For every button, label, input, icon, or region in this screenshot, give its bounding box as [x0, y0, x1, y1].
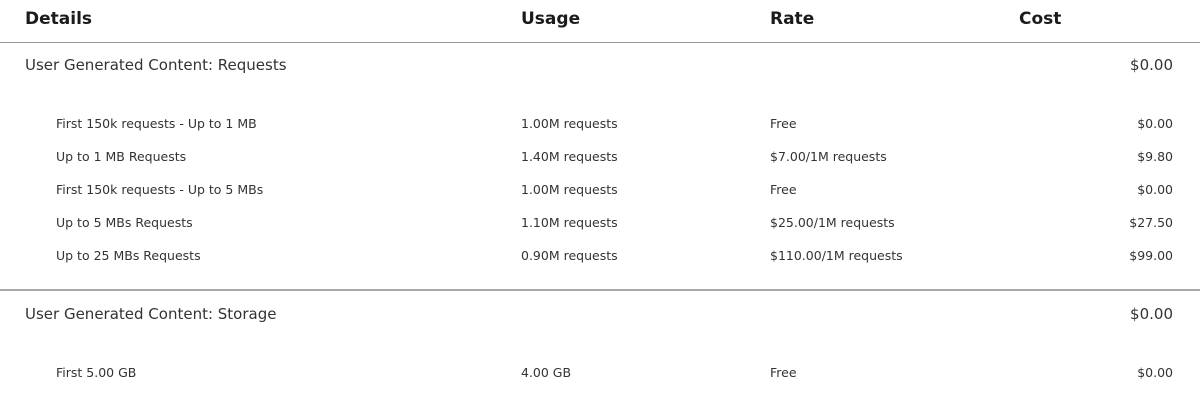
table-row: Up to 5 MBs Requests 1.10M requests $25.…: [0, 206, 1200, 239]
section-total: $0.00: [1130, 56, 1173, 74]
table-row: Up to 25 MBs Requests 0.90M requests $11…: [0, 239, 1200, 272]
table-row: First 150k requests - Up to 5 MBs 1.00M …: [0, 173, 1200, 206]
cost-details-table: Details Usage Rate Cost User Generated C…: [0, 0, 1200, 401]
section-total: $0.00: [1130, 305, 1173, 323]
row-rate: Free: [770, 182, 797, 197]
row-usage: 1.00M requests: [521, 116, 618, 131]
row-rate: $25.00/1M requests: [770, 215, 895, 230]
row-rate: $7.00/1M requests: [770, 149, 887, 164]
table-row: Up to 1 MB Requests 1.40M requests $7.00…: [0, 140, 1200, 173]
row-cost: $9.80: [1137, 149, 1173, 164]
row-usage: 4.00 GB: [521, 365, 572, 380]
row-rate: $110.00/1M requests: [770, 248, 903, 263]
row-usage: 1.10M requests: [521, 215, 618, 230]
section-divider: [0, 289, 1200, 291]
column-header-usage[interactable]: Usage: [521, 9, 580, 29]
table-header: Details Usage Rate Cost: [0, 0, 1200, 43]
row-rate: Free: [770, 365, 797, 380]
section-header-requests: User Generated Content: Requests $0.00: [0, 43, 1200, 83]
row-detail: First 150k requests - Up to 5 MBs: [56, 182, 264, 197]
row-detail: Up to 1 MB Requests: [56, 149, 187, 164]
row-usage: 1.00M requests: [521, 182, 618, 197]
row-detail: First 150k requests - Up to 1 MB: [56, 116, 257, 131]
row-detail: Up to 5 MBs Requests: [56, 215, 193, 230]
table-row: First 150k requests - Up to 1 MB 1.00M r…: [0, 107, 1200, 140]
row-cost: $0.00: [1137, 365, 1173, 380]
section-header-storage: User Generated Content: Storage $0.00: [0, 292, 1200, 332]
row-cost: $27.50: [1129, 215, 1173, 230]
table-row: First 5.00 GB 4.00 GB Free $0.00: [0, 356, 1200, 389]
row-cost: $0.00: [1137, 116, 1173, 131]
column-header-details[interactable]: Details: [25, 9, 92, 29]
row-cost: $0.00: [1137, 182, 1173, 197]
row-detail: Up to 25 MBs Requests: [56, 248, 201, 263]
column-header-cost[interactable]: Cost: [1019, 9, 1061, 29]
row-rate: Free: [770, 116, 797, 131]
section-title: User Generated Content: Requests: [25, 56, 287, 74]
column-header-rate[interactable]: Rate: [770, 9, 814, 29]
row-usage: 1.40M requests: [521, 149, 618, 164]
section-title: User Generated Content: Storage: [25, 305, 277, 323]
row-detail: First 5.00 GB: [56, 365, 137, 380]
row-usage: 0.90M requests: [521, 248, 618, 263]
row-cost: $99.00: [1129, 248, 1173, 263]
